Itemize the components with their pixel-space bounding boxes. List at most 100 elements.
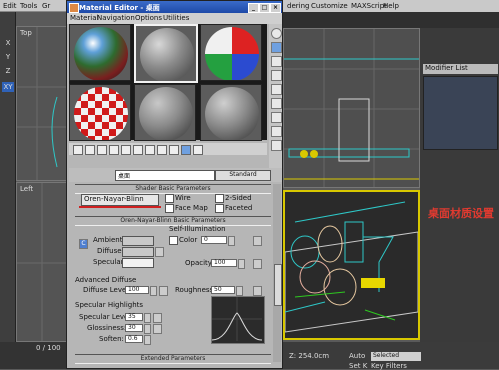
put-to-library-icon[interactable]: [145, 145, 155, 155]
menu-edit[interactable]: Edit: [3, 2, 17, 10]
viewport-perspective[interactable]: [283, 190, 420, 340]
make-unique-icon[interactable]: [133, 145, 143, 155]
put-to-scene-icon[interactable]: [85, 145, 95, 155]
glossiness-map-button[interactable]: [153, 324, 162, 334]
opacity-field[interactable]: 100: [211, 259, 237, 267]
axis-x-button[interactable]: X: [2, 38, 14, 48]
diffuse-map-button[interactable]: [155, 247, 164, 257]
menu-material[interactable]: Material: [70, 14, 98, 22]
material-sphere-5: [139, 87, 193, 140]
go-to-parent-icon[interactable]: [193, 145, 203, 155]
background-icon[interactable]: [271, 56, 282, 67]
get-material-icon[interactable]: [73, 145, 83, 155]
two-sided-checkbox[interactable]: [215, 194, 224, 203]
specular-level-field[interactable]: 35: [125, 313, 143, 321]
sample-slot-6[interactable]: [200, 84, 262, 141]
backlight-icon[interactable]: [271, 42, 282, 53]
show-end-result-icon[interactable]: [181, 145, 191, 155]
sample-slot-2[interactable]: [134, 24, 198, 83]
viewport-perspective-scene: [285, 192, 418, 338]
shader-basic-parameters-header[interactable]: Shader Basic Parameters: [75, 184, 271, 194]
menu-tools[interactable]: Tools: [20, 2, 37, 10]
copy-material-icon[interactable]: [121, 145, 131, 155]
roughness-field[interactable]: 50: [211, 286, 235, 294]
diffuse-level-field[interactable]: 100: [125, 286, 149, 294]
sample-slot-3[interactable]: [200, 24, 262, 81]
scrollbar-thumb[interactable]: [274, 264, 282, 306]
material-navigator-icon[interactable]: [271, 140, 282, 151]
faceted-checkbox[interactable]: [215, 204, 224, 213]
video-color-check-icon[interactable]: [271, 84, 282, 95]
sample-slot-side-toolbar: [269, 24, 282, 174]
specular-color-swatch[interactable]: [122, 258, 154, 268]
diffuse-level-map-button[interactable]: [159, 286, 168, 296]
close-button[interactable]: ×: [270, 3, 281, 13]
opacity-spinner[interactable]: [238, 259, 245, 269]
axis-z-button[interactable]: Z: [2, 66, 14, 76]
ambient-color-swatch[interactable]: [122, 236, 154, 246]
uv-tiling-icon[interactable]: [271, 70, 282, 81]
self-illum-color-checkbox[interactable]: [169, 236, 178, 245]
menu-maxscript[interactable]: MAXScript: [351, 2, 387, 10]
glossiness-spinner[interactable]: [144, 324, 151, 334]
material-editor-menubar: Material Navigation Options Utilities: [67, 13, 282, 24]
time-slider[interactable]: 0 / 100: [0, 342, 67, 369]
menu-help[interactable]: Help: [383, 2, 399, 10]
sample-slot-1[interactable]: [69, 24, 131, 81]
specular-level-spinner[interactable]: [144, 313, 151, 323]
lock-ambient-diffuse-button[interactable]: C: [79, 239, 88, 249]
material-sphere-6: [205, 87, 259, 140]
soften-field[interactable]: 0.6: [125, 335, 143, 343]
self-illum-map-button[interactable]: [253, 236, 262, 246]
sample-slot-4[interactable]: [69, 84, 131, 141]
viewport-front[interactable]: [283, 28, 420, 188]
self-illum-spinner[interactable]: [228, 236, 235, 246]
viewport-top[interactable]: Top: [16, 26, 67, 181]
axis-y-button[interactable]: Y: [2, 52, 14, 62]
sample-slot-5[interactable]: [134, 84, 196, 141]
reset-map-icon[interactable]: [109, 145, 119, 155]
glossiness-field[interactable]: 30: [125, 324, 143, 332]
material-name-field[interactable]: 桌面: [115, 170, 215, 181]
roughness-map-button[interactable]: [253, 286, 262, 296]
select-by-material-icon[interactable]: [271, 126, 282, 137]
menu-rendering[interactable]: dering: [287, 2, 309, 10]
show-map-in-viewport-icon[interactable]: [169, 145, 179, 155]
diffuse-color-swatch[interactable]: [122, 247, 154, 257]
opacity-map-button[interactable]: [253, 259, 262, 269]
sample-type-icon[interactable]: [271, 28, 282, 39]
parameters-scrollbar[interactable]: [273, 184, 282, 362]
options-icon[interactable]: [271, 112, 282, 123]
specular-level-map-button[interactable]: [153, 313, 162, 323]
menu-navigation[interactable]: Navigation: [97, 14, 135, 22]
right-status-bar: Z: 254.0cm Auto Selected Set K Key Filte…: [283, 342, 499, 370]
soften-spinner[interactable]: [144, 335, 151, 345]
material-editor-titlebar[interactable]: Material Editor - 桌面 _ □ ×: [67, 1, 282, 13]
shader-type-dropdown[interactable]: Oren-Nayar-Blinn: [81, 194, 159, 206]
modifier-list-dropdown[interactable]: Modifier List: [423, 64, 498, 74]
extended-parameters-header[interactable]: Extended Parameters: [75, 354, 271, 364]
make-preview-icon[interactable]: [271, 98, 282, 109]
minimize-button[interactable]: _: [248, 3, 259, 13]
viewport-front-scene: [284, 29, 419, 187]
menu-utilities[interactable]: Utilities: [163, 14, 189, 22]
menu-customize[interactable]: Customize: [311, 2, 348, 10]
auto-key-button[interactable]: Auto: [349, 352, 365, 360]
material-name-row: 桌面 Standard: [69, 168, 282, 182]
viewport-left[interactable]: Left: [16, 182, 67, 342]
maximize-button[interactable]: □: [259, 3, 270, 13]
roughness-spinner[interactable]: [236, 286, 243, 296]
material-toolbar: [69, 143, 267, 155]
face-map-checkbox[interactable]: [165, 204, 174, 213]
assign-material-icon[interactable]: [97, 145, 107, 155]
material-type-button[interactable]: Standard: [215, 170, 271, 181]
material-effects-channel-icon[interactable]: [157, 145, 167, 155]
menu-group[interactable]: Gr: [42, 2, 50, 10]
self-illum-value-field[interactable]: 0: [201, 236, 227, 244]
menu-options[interactable]: Options: [135, 14, 162, 22]
selection-set-dropdown[interactable]: Selected: [371, 352, 421, 361]
wire-checkbox[interactable]: [165, 194, 174, 203]
axis-xy-button[interactable]: XY: [2, 82, 14, 92]
modifier-stack[interactable]: [423, 76, 498, 150]
diffuse-level-spinner[interactable]: [150, 286, 157, 296]
